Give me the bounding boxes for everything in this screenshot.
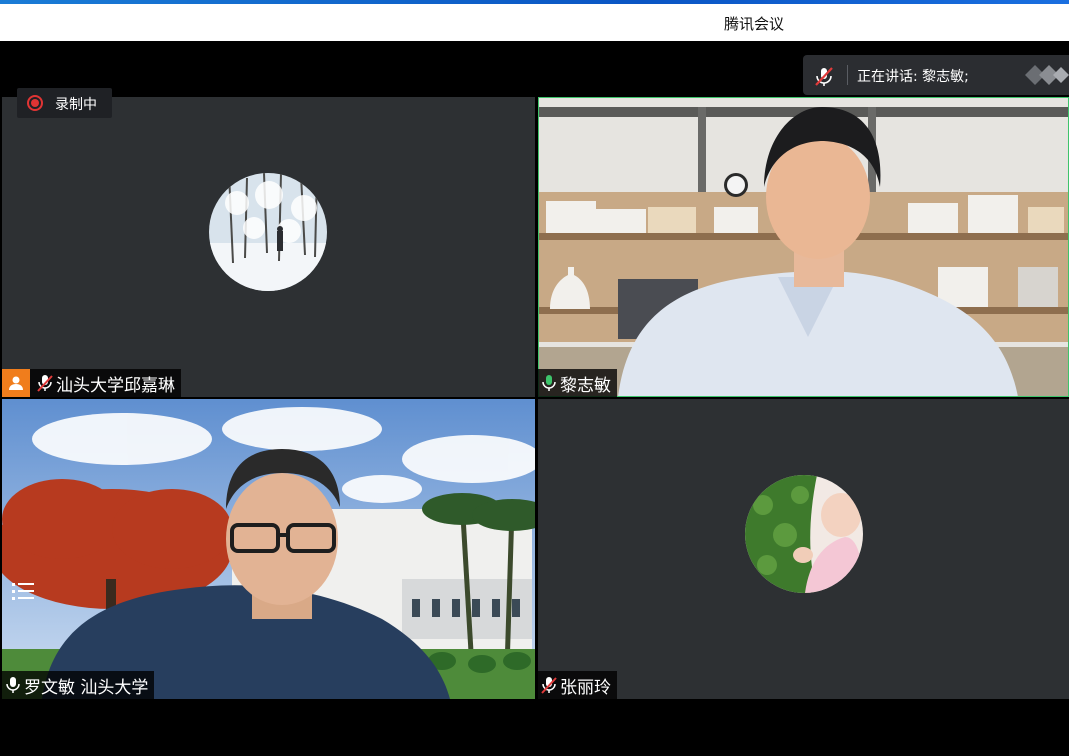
participant-tile-2[interactable]: 黎志敏 xyxy=(538,97,1069,397)
participant-name: 黎志敏 xyxy=(560,375,611,396)
mic-muted-icon xyxy=(540,675,558,695)
participant-name-tag: 张丽玲 xyxy=(538,671,617,699)
participant-name-tag: 汕头大学邱嘉琳 xyxy=(2,369,181,397)
participant-tile-1[interactable]: 汕头大学邱嘉琳 xyxy=(2,97,535,397)
host-icon xyxy=(2,369,30,397)
participant-name: 张丽玲 xyxy=(560,677,611,698)
participant-name: 汕头大学邱嘉琳 xyxy=(56,375,175,396)
participant-list-icon[interactable] xyxy=(12,581,34,605)
speaking-text: 正在讲话: 黎志敏; xyxy=(857,69,969,85)
tencent-meeting-logo-icon xyxy=(1021,61,1069,93)
participant-name: 罗文敏 汕头大学 xyxy=(24,677,149,698)
participant-name-tag: 黎志敏 xyxy=(538,369,617,397)
divider xyxy=(847,65,848,85)
window-title: 腾讯会议 xyxy=(724,15,785,33)
mic-muted-icon xyxy=(36,373,54,393)
title-bar: 腾讯会议 xyxy=(0,4,1069,41)
mic-muted-icon[interactable] xyxy=(813,65,835,91)
recording-indicator[interactable]: 录制中 xyxy=(17,88,112,118)
mic-icon xyxy=(4,675,22,695)
recording-icon xyxy=(27,95,43,111)
participant-video-feed xyxy=(2,399,535,699)
participant-video-feed xyxy=(538,97,1069,397)
speaking-indicator-bar[interactable]: 正在讲话: 黎志敏; xyxy=(803,55,1069,95)
participant-name-tag: 罗文敏 汕头大学 xyxy=(2,671,155,699)
participant-tile-3[interactable]: 罗文敏 汕头大学 xyxy=(2,399,535,699)
snow-landscape-avatar xyxy=(209,173,327,291)
participant-tile-4[interactable]: 张丽玲 xyxy=(538,399,1069,699)
mic-active-icon xyxy=(540,373,558,393)
baby-avatar xyxy=(745,475,863,593)
recording-label: 录制中 xyxy=(55,97,97,113)
